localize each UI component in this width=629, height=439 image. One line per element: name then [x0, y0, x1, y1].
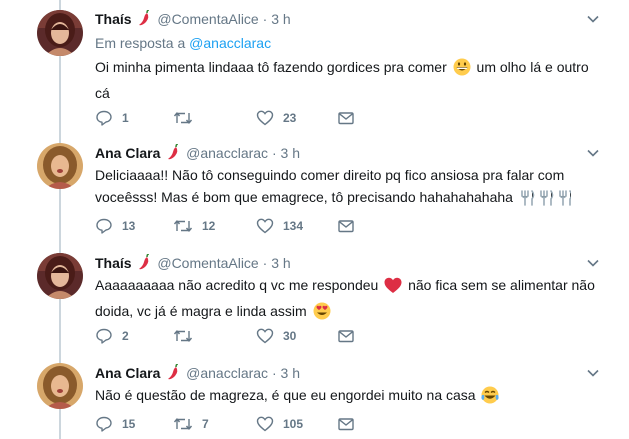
reply-icon [96, 110, 112, 126]
direct-message-button[interactable] [337, 326, 355, 346]
hot-pepper-icon [137, 9, 151, 29]
reply-button[interactable]: 2 [95, 326, 129, 346]
retweet-button[interactable]: 12 [173, 216, 215, 236]
handle[interactable]: @anacclarac [186, 365, 268, 381]
handle[interactable]: @ComentaAlice [157, 11, 258, 27]
reply-icon [96, 416, 112, 432]
separator-dot: · [262, 255, 268, 271]
envelope-icon [338, 220, 354, 233]
grinning-face-emoji-icon [453, 58, 471, 82]
timestamp[interactable]: 3 h [271, 255, 290, 271]
retweet-button[interactable]: 7 [173, 414, 209, 434]
tweet-header: Ana Clara @anacclarac · 3 h [95, 363, 300, 383]
chevron-down-icon[interactable] [586, 12, 600, 26]
envelope-icon [338, 418, 354, 431]
hot-pepper-icon [166, 363, 180, 383]
reply-count: 13 [122, 219, 136, 233]
tweet-actions: 15 7 105 [95, 414, 395, 434]
chevron-down-icon[interactable] [586, 366, 600, 380]
envelope-icon [338, 330, 354, 343]
avatar[interactable] [37, 10, 83, 56]
reply-icon [96, 328, 112, 344]
tweet-text-part: Não é questão de magreza, é que eu engor… [95, 387, 476, 403]
tweet-text: Não é questão de magreza, é que eu engor… [95, 384, 595, 410]
tweet-text: Deliciaaaa!! Não tô conseguindo comer di… [95, 164, 585, 212]
display-name[interactable]: Ana Clara [95, 145, 160, 161]
hot-pepper-icon [137, 253, 151, 273]
heart-eyes-emoji-icon [313, 302, 331, 326]
like-count: 134 [283, 219, 304, 233]
retweet-icon [173, 112, 193, 124]
like-button[interactable]: 23 [256, 108, 296, 128]
like-button[interactable]: 30 [256, 326, 296, 346]
tweet-text-part: Aaaaaaaaaa não acredito q vc me responde… [95, 277, 379, 293]
heart-icon [256, 218, 274, 234]
like-button[interactable]: 105 [256, 414, 303, 434]
separator-dot: · [271, 365, 277, 381]
separator-dot: · [262, 11, 268, 27]
tweet-3[interactable]: Thaís @ComentaAlice · 3 h Aaaaaaaaaa não… [0, 250, 629, 355]
retweet-button[interactable] [173, 326, 202, 346]
avatar[interactable] [37, 363, 83, 409]
tears-of-joy-emoji-icon [481, 386, 500, 410]
reply-count: 15 [122, 417, 136, 431]
direct-message-button[interactable] [337, 414, 355, 434]
like-count: 105 [283, 417, 304, 431]
timestamp[interactable]: 3 h [271, 11, 290, 27]
avatar[interactable] [37, 143, 83, 189]
reply-icon [96, 218, 112, 234]
timestamp[interactable]: 3 h [281, 145, 300, 161]
timestamp[interactable]: 3 h [281, 365, 300, 381]
reply-to-handle[interactable]: @anacclarac [189, 35, 271, 51]
hot-pepper-icon [166, 143, 180, 163]
tweet-actions: 13 12 134 [95, 216, 395, 236]
tweet-header: Ana Clara @anacclarac · 3 h [95, 143, 300, 163]
retweet-icon [173, 418, 193, 430]
tweet-1[interactable]: Thaís @ComentaAlice · 3 h Em resposta a … [0, 0, 629, 140]
like-count: 23 [283, 111, 297, 125]
tweet-4[interactable]: Ana Clara @anacclarac · 3 h Não é questã… [0, 360, 629, 439]
fork-and-knife-icon [519, 190, 573, 212]
red-heart-emoji-icon [384, 277, 402, 300]
reply-button[interactable]: 1 [95, 108, 129, 128]
reply-count: 2 [122, 329, 129, 343]
retweet-count: 12 [202, 219, 216, 233]
chevron-down-icon[interactable] [586, 256, 600, 270]
tweet-actions: 2 30 [95, 326, 395, 346]
retweet-count: 7 [202, 417, 209, 431]
direct-message-button[interactable] [337, 216, 355, 236]
envelope-icon [338, 112, 354, 125]
reply-count: 1 [122, 111, 129, 125]
reply-prefix: Em resposta a [95, 35, 186, 51]
reply-button[interactable]: 15 [95, 414, 135, 434]
retweet-button[interactable] [173, 108, 202, 128]
heart-icon [256, 416, 274, 432]
handle[interactable]: @anacclarac [186, 145, 268, 161]
tweet-text: Oi minha pimenta lindaaa tô fazendo gord… [95, 56, 595, 104]
retweet-icon [173, 220, 193, 232]
separator-dot: · [271, 145, 277, 161]
direct-message-button[interactable] [337, 108, 355, 128]
display-name[interactable]: Ana Clara [95, 365, 160, 381]
heart-icon [256, 328, 274, 344]
tweet-header: Thaís @ComentaAlice · 3 h [95, 253, 291, 273]
display-name[interactable]: Thaís [95, 11, 132, 27]
tweet-actions: 1 23 [95, 108, 395, 128]
heart-icon [256, 110, 274, 126]
handle[interactable]: @ComentaAlice [157, 255, 258, 271]
reply-button[interactable]: 13 [95, 216, 135, 236]
tweet-text: Aaaaaaaaaa não acredito q vc me responde… [95, 274, 595, 326]
tweet-header: Thaís @ComentaAlice · 3 h [95, 9, 291, 29]
tweet-text-part: Deliciaaaa!! Não tô conseguindo comer di… [95, 167, 565, 205]
display-name[interactable]: Thaís [95, 255, 132, 271]
chevron-down-icon[interactable] [586, 146, 600, 160]
tweet-2[interactable]: Ana Clara @anacclarac · 3 h Deliciaaaa!!… [0, 140, 629, 245]
like-button[interactable]: 134 [256, 216, 303, 236]
like-count: 30 [283, 329, 297, 343]
avatar[interactable] [37, 253, 83, 299]
tweet-text-part: Oi minha pimenta lindaaa tô fazendo gord… [95, 59, 447, 75]
retweet-icon [173, 330, 193, 342]
reply-context: Em resposta a @anacclarac [95, 35, 271, 51]
